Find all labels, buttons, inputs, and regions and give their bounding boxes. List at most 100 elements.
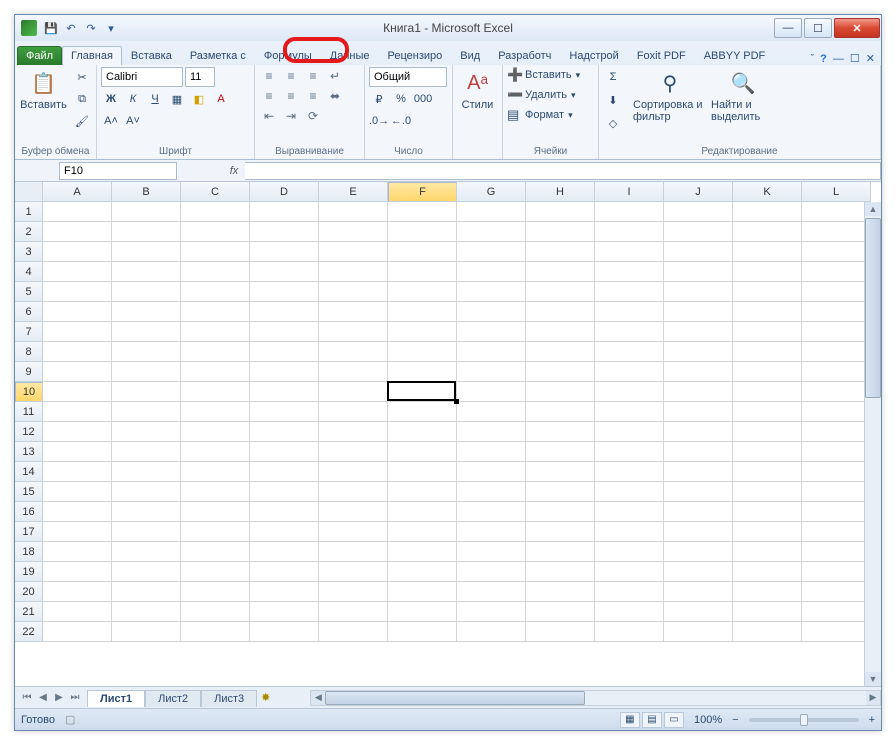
doc-restore-icon[interactable]: ☐ <box>850 52 860 65</box>
cell[interactable] <box>664 302 733 322</box>
cell[interactable] <box>733 622 802 642</box>
tab-formulas[interactable]: Формулы <box>255 46 321 65</box>
cell[interactable] <box>802 462 871 482</box>
cell[interactable] <box>733 342 802 362</box>
cell[interactable] <box>388 322 457 342</box>
cell[interactable] <box>595 602 664 622</box>
cell[interactable] <box>250 202 319 222</box>
cell[interactable] <box>388 522 457 542</box>
cell[interactable] <box>250 402 319 422</box>
macro-record-icon[interactable]: ▢ <box>65 713 75 726</box>
cell[interactable] <box>43 542 112 562</box>
cell[interactable] <box>526 242 595 262</box>
cell[interactable] <box>595 282 664 302</box>
row-header[interactable]: 21 <box>15 602 43 622</box>
row-header[interactable]: 16 <box>15 502 43 522</box>
column-header[interactable]: L <box>802 182 871 202</box>
cell[interactable] <box>733 302 802 322</box>
row-header[interactable]: 22 <box>15 622 43 642</box>
decrease-indent-icon[interactable]: ⇤ <box>259 107 279 125</box>
cell[interactable] <box>802 382 871 402</box>
format-painter-icon[interactable]: 🖌 <box>72 111 92 131</box>
cell[interactable] <box>664 502 733 522</box>
cell[interactable] <box>595 302 664 322</box>
cell[interactable] <box>112 342 181 362</box>
scroll-up-icon[interactable]: ▲ <box>865 202 881 216</box>
tab-view[interactable]: Вид <box>451 46 489 65</box>
cell[interactable] <box>181 302 250 322</box>
cell[interactable] <box>664 582 733 602</box>
cell[interactable] <box>181 202 250 222</box>
cell[interactable] <box>112 402 181 422</box>
cell[interactable] <box>181 422 250 442</box>
cell[interactable] <box>319 282 388 302</box>
sheet-nav-first-icon[interactable]: ⏮ <box>19 692 35 703</box>
cell[interactable] <box>664 602 733 622</box>
name-box[interactable]: F10 <box>59 162 177 180</box>
cell[interactable] <box>457 382 526 402</box>
cell[interactable] <box>250 502 319 522</box>
cell[interactable] <box>112 602 181 622</box>
cell[interactable] <box>733 242 802 262</box>
cell[interactable] <box>802 282 871 302</box>
cell[interactable] <box>733 402 802 422</box>
fill-color-button[interactable]: ◧ <box>189 89 209 109</box>
cell[interactable] <box>112 422 181 442</box>
cell[interactable] <box>250 242 319 262</box>
comma-icon[interactable]: 000 <box>413 89 433 109</box>
decrease-font-button[interactable]: A˅ <box>123 111 143 131</box>
tab-abbyy-pdf[interactable]: ABBYY PDF <box>695 46 775 65</box>
cell[interactable] <box>457 342 526 362</box>
cell[interactable] <box>319 322 388 342</box>
cell[interactable] <box>250 582 319 602</box>
doc-close-icon[interactable]: ✕ <box>866 52 875 65</box>
tab-data[interactable]: Данные <box>321 46 379 65</box>
cell[interactable] <box>733 322 802 342</box>
cell[interactable] <box>388 622 457 642</box>
cell[interactable] <box>802 342 871 362</box>
cell[interactable] <box>664 542 733 562</box>
autosum-icon[interactable]: Σ <box>603 67 623 87</box>
cell[interactable] <box>526 502 595 522</box>
zoom-in-icon[interactable]: + <box>869 714 875 726</box>
cell[interactable] <box>112 542 181 562</box>
align-right-icon[interactable]: ≡ <box>303 87 323 105</box>
cell[interactable] <box>526 362 595 382</box>
font-color-button[interactable]: A <box>211 89 231 109</box>
sort-filter-button[interactable]: ⚲ Сортировка и фильтр <box>633 67 707 123</box>
align-top-icon[interactable]: ≡ <box>259 67 279 85</box>
sheet-nav-prev-icon[interactable]: ◀ <box>35 692 51 703</box>
vscroll-thumb[interactable] <box>865 218 881 398</box>
cell[interactable] <box>457 522 526 542</box>
cell[interactable] <box>181 462 250 482</box>
tab-home[interactable]: Главная <box>62 46 122 65</box>
cell[interactable] <box>802 562 871 582</box>
cell[interactable] <box>250 482 319 502</box>
cell[interactable] <box>181 602 250 622</box>
column-header[interactable]: J <box>664 182 733 202</box>
cell[interactable] <box>526 622 595 642</box>
cell[interactable] <box>733 422 802 442</box>
cell[interactable] <box>595 522 664 542</box>
cell[interactable] <box>388 402 457 422</box>
cell[interactable] <box>319 522 388 542</box>
cell[interactable] <box>319 582 388 602</box>
zoom-slider[interactable] <box>749 718 859 722</box>
align-bottom-icon[interactable]: ≡ <box>303 67 323 85</box>
cell[interactable] <box>388 542 457 562</box>
cell[interactable] <box>43 562 112 582</box>
cell[interactable] <box>250 622 319 642</box>
row-header[interactable]: 10 <box>15 382 43 402</box>
cell[interactable] <box>664 362 733 382</box>
cell[interactable] <box>526 262 595 282</box>
cell[interactable] <box>526 562 595 582</box>
cell[interactable] <box>181 362 250 382</box>
cell[interactable] <box>664 262 733 282</box>
close-button[interactable]: ✕ <box>834 18 880 38</box>
cell[interactable] <box>250 562 319 582</box>
zoom-out-icon[interactable]: − <box>732 714 738 726</box>
cell[interactable] <box>802 622 871 642</box>
cell[interactable] <box>457 282 526 302</box>
column-header[interactable]: H <box>526 182 595 202</box>
minimize-button[interactable]: — <box>774 18 802 38</box>
